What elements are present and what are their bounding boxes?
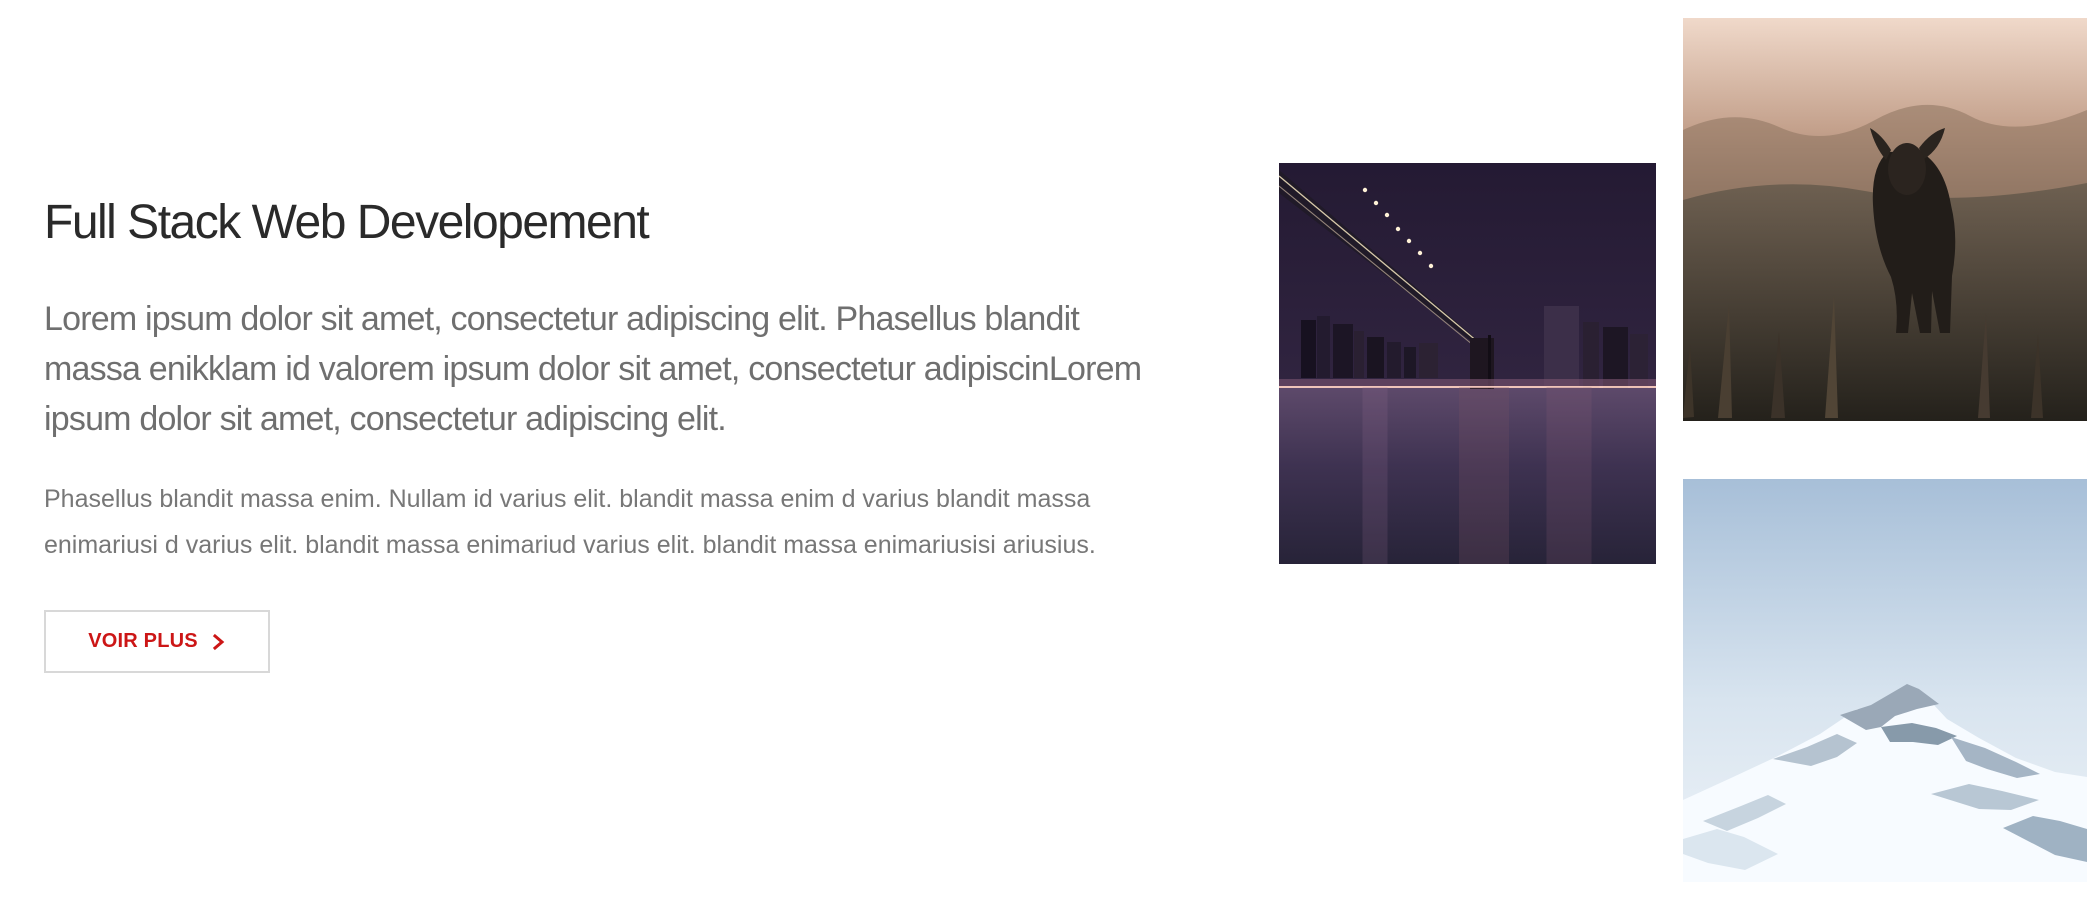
image-gallery <box>0 0 2094 898</box>
snowy-mountain-image <box>1683 479 2087 882</box>
deer-in-field-image <box>1683 18 2087 421</box>
page: Full Stack Web Developement Lorem ipsum … <box>0 0 2094 898</box>
city-bridge-night-image <box>1279 163 1656 564</box>
